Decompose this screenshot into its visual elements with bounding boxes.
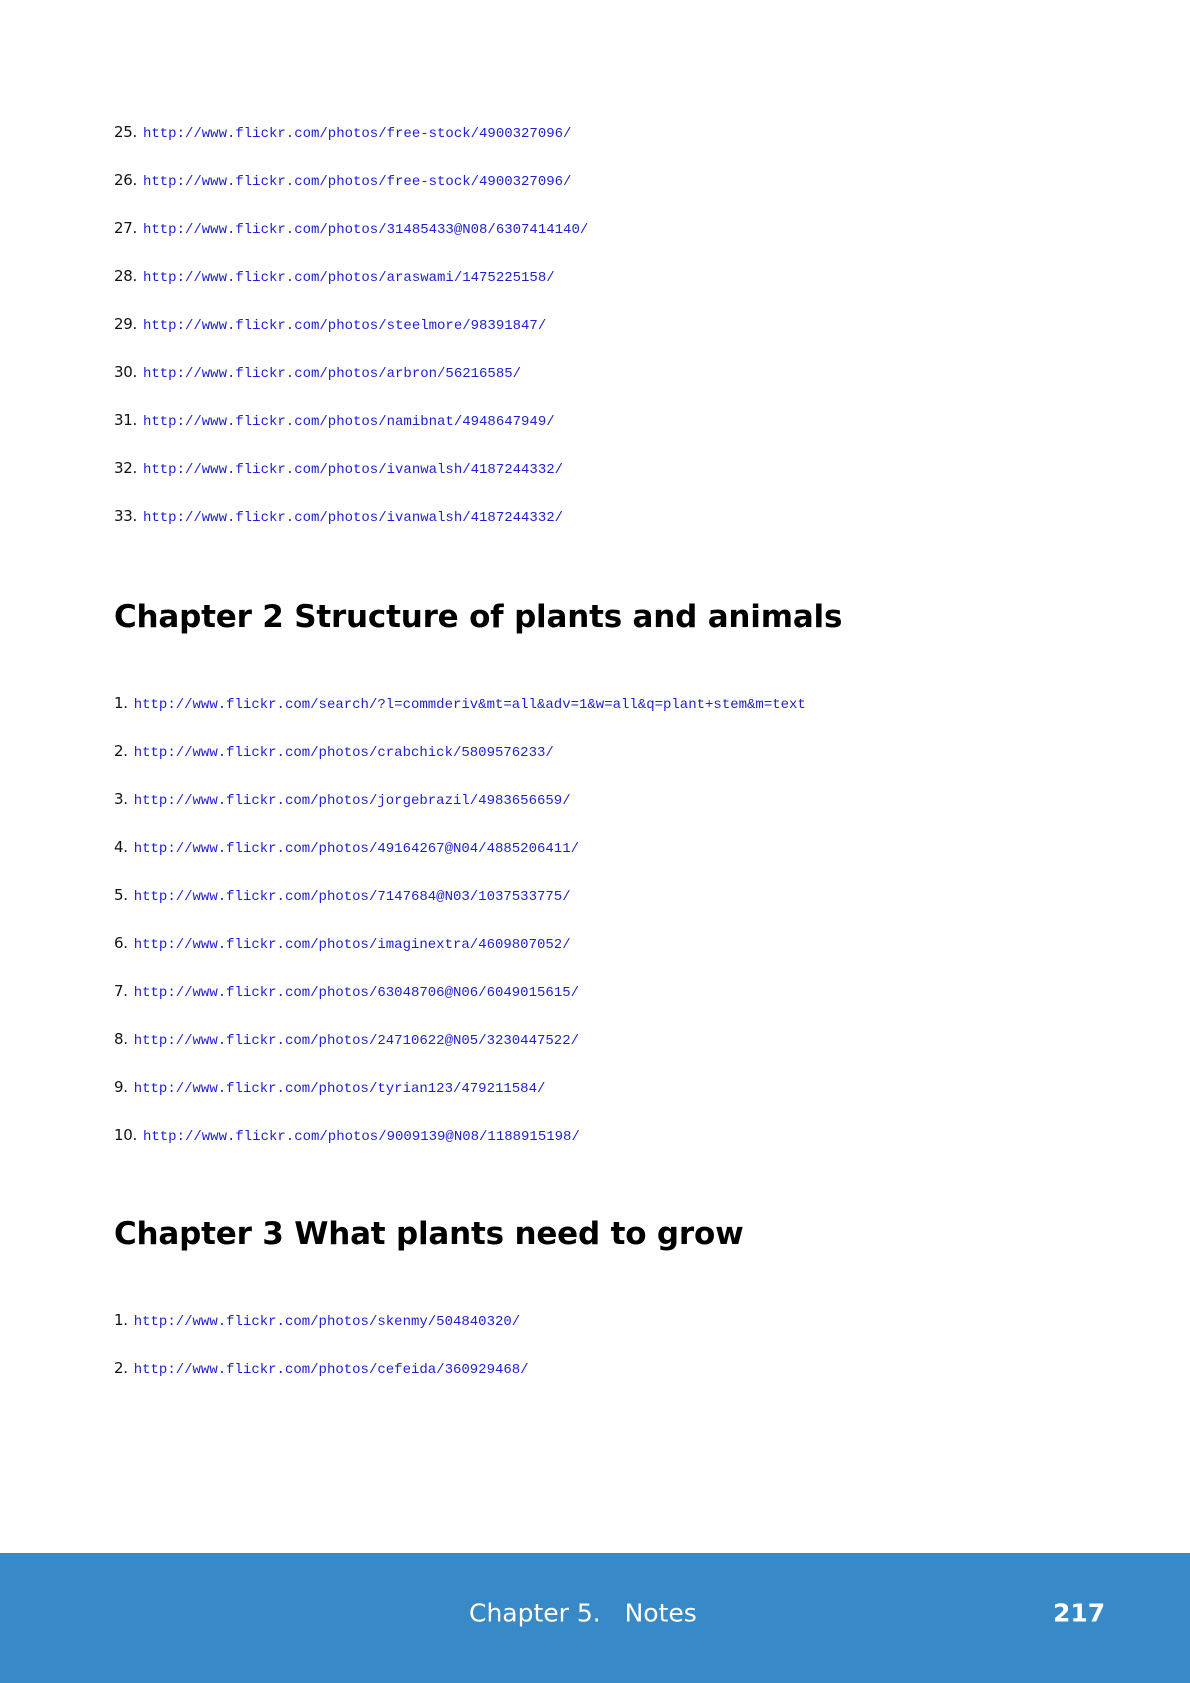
note-number: 2. — [114, 1359, 128, 1377]
note-item: 1. http://www.flickr.com/photos/skenmy/50… — [114, 1308, 520, 1332]
note-item: 29. http://www.flickr.com/photos/steelmor… — [114, 312, 546, 336]
note-link[interactable]: http://www.flickr.com/photos/cefeida/360… — [134, 1362, 529, 1378]
note-number: 30. — [114, 363, 137, 381]
note-number: 3. — [114, 790, 128, 808]
note-number: 4. — [114, 838, 128, 856]
note-item: 1. http://www.flickr.com/search/?l=commde… — [114, 691, 806, 715]
note-link[interactable]: http://www.flickr.com/photos/skenmy/5048… — [134, 1314, 520, 1330]
note-link[interactable]: http://www.flickr.com/photos/araswami/14… — [143, 270, 555, 286]
note-number: 33. — [114, 507, 137, 525]
note-item: 3. http://www.flickr.com/photos/jorgebraz… — [114, 787, 571, 811]
note-number: 26. — [114, 171, 137, 189]
note-link[interactable]: http://www.flickr.com/search/?l=commderi… — [134, 697, 806, 713]
note-link[interactable]: http://www.flickr.com/photos/31485433@N0… — [143, 222, 588, 238]
note-item: 31. http://www.flickr.com/photos/namibnat… — [114, 408, 555, 432]
note-item: 7. http://www.flickr.com/photos/63048706@… — [114, 979, 579, 1003]
note-number: 27. — [114, 219, 137, 237]
note-item: 2. http://www.flickr.com/photos/cefeida/3… — [114, 1356, 529, 1380]
note-item: 9. http://www.flickr.com/photos/tyrian123… — [114, 1075, 545, 1099]
note-link[interactable]: http://www.flickr.com/photos/63048706@N0… — [134, 985, 579, 1001]
note-number: 28. — [114, 267, 137, 285]
note-link[interactable]: http://www.flickr.com/photos/imaginextra… — [134, 937, 571, 953]
note-link[interactable]: http://www.flickr.com/photos/tyrian123/4… — [134, 1081, 546, 1097]
note-number: 1. — [114, 1311, 128, 1329]
note-item: 28. http://www.flickr.com/photos/araswami… — [114, 264, 555, 288]
note-number: 8. — [114, 1030, 128, 1048]
chapter-heading: Chapter 2 Structure of plants and animal… — [114, 599, 843, 635]
note-item: 32. http://www.flickr.com/photos/ivanwals… — [114, 456, 563, 480]
note-number: 5. — [114, 886, 128, 904]
note-link[interactable]: http://www.flickr.com/photos/arbron/5621… — [143, 366, 521, 382]
note-item: 30. http://www.flickr.com/photos/arbron/5… — [114, 360, 521, 384]
note-link[interactable]: http://www.flickr.com/photos/free-stock/… — [143, 126, 571, 142]
note-number: 10. — [114, 1126, 137, 1144]
note-link[interactable]: http://www.flickr.com/photos/ivanwalsh/4… — [143, 462, 563, 478]
note-link[interactable]: http://www.flickr.com/photos/7147684@N03… — [134, 889, 571, 905]
note-link[interactable]: http://www.flickr.com/photos/jorgebrazil… — [134, 793, 571, 809]
note-item: 10. http://www.flickr.com/photos/9009139@… — [114, 1123, 580, 1147]
note-item: 27. http://www.flickr.com/photos/31485433… — [114, 216, 588, 240]
page-number: 217 — [1053, 1598, 1106, 1628]
note-link[interactable]: http://www.flickr.com/photos/ivanwalsh/4… — [143, 510, 563, 526]
note-number: 32. — [114, 459, 137, 477]
page-footer: Chapter 5. Notes 217 — [0, 1553, 1190, 1683]
note-link[interactable]: http://www.flickr.com/photos/namibnat/49… — [143, 414, 555, 430]
note-link[interactable]: http://www.flickr.com/photos/crabchick/5… — [134, 745, 554, 761]
note-item: 6. http://www.flickr.com/photos/imaginext… — [114, 931, 571, 955]
note-item: 26. http://www.flickr.com/photos/free-sto… — [114, 168, 571, 192]
note-number: 6. — [114, 934, 128, 952]
note-number: 9. — [114, 1078, 128, 1096]
note-link[interactable]: http://www.flickr.com/photos/24710622@N0… — [134, 1033, 579, 1049]
note-link[interactable]: http://www.flickr.com/photos/free-stock/… — [143, 174, 571, 190]
note-number: 31. — [114, 411, 137, 429]
note-number: 7. — [114, 982, 128, 1000]
footer-chapter-title: Chapter 5. Notes — [469, 1598, 697, 1628]
note-item: 5. http://www.flickr.com/photos/7147684@N… — [114, 883, 571, 907]
note-link[interactable]: http://www.flickr.com/photos/9009139@N08… — [143, 1129, 580, 1145]
note-number: 2. — [114, 742, 128, 760]
note-link[interactable]: http://www.flickr.com/photos/49164267@N0… — [134, 841, 579, 857]
note-number: 1. — [114, 694, 128, 712]
note-number: 29. — [114, 315, 137, 333]
note-number: 25. — [114, 123, 137, 141]
note-item: 25. http://www.flickr.com/photos/free-sto… — [114, 120, 571, 144]
note-item: 4. http://www.flickr.com/photos/49164267@… — [114, 835, 579, 859]
note-item: 2. http://www.flickr.com/photos/crabchick… — [114, 739, 554, 763]
note-item: 33. http://www.flickr.com/photos/ivanwals… — [114, 504, 563, 528]
chapter-heading: Chapter 3 What plants need to grow — [114, 1216, 744, 1252]
note-item: 8. http://www.flickr.com/photos/24710622@… — [114, 1027, 579, 1051]
note-link[interactable]: http://www.flickr.com/photos/steelmore/9… — [143, 318, 546, 334]
